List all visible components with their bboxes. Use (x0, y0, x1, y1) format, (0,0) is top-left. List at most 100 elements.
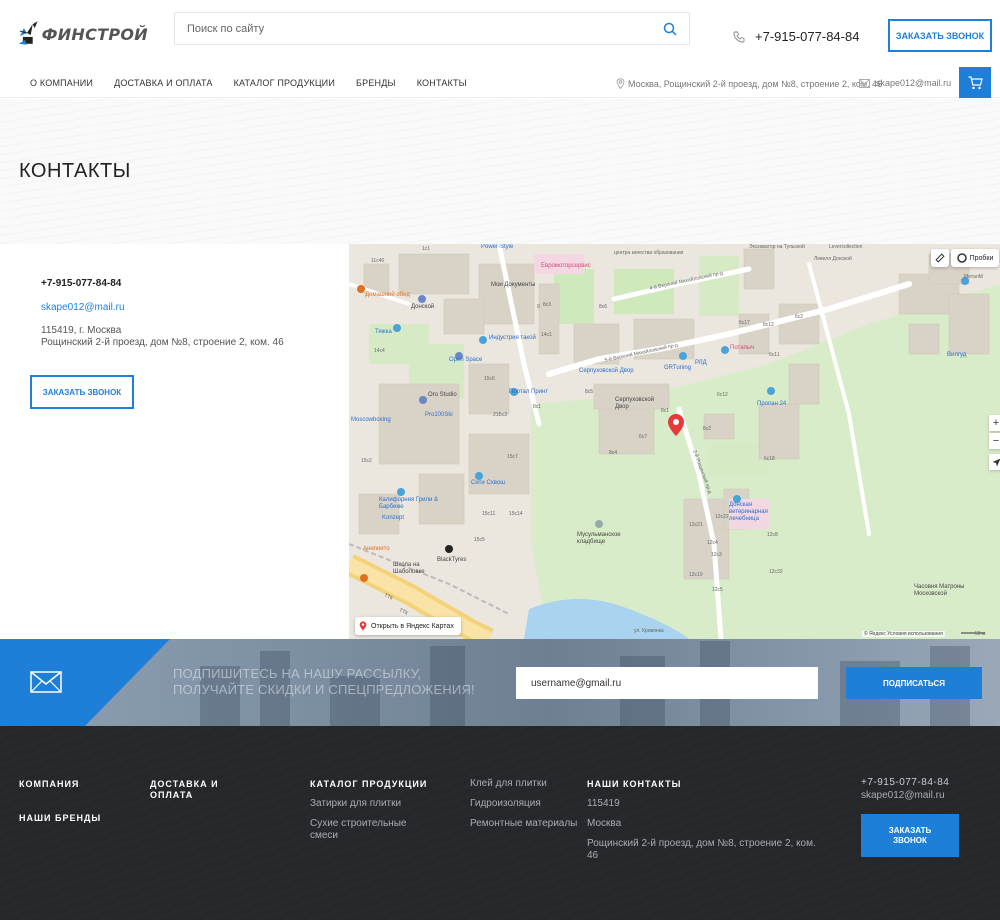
footer-link-grout[interactable]: Затирки для плитки (310, 798, 401, 810)
map-label-krovenka: ул. Кровянка (634, 628, 664, 634)
footer-link-waterproofing[interactable]: Гидроизоляция (470, 798, 541, 810)
yandex-map[interactable]: Power-Style Евромоторсервис Мои Документ… (349, 244, 1000, 639)
footer-link-company[interactable]: КОМПАНИЯ (19, 779, 79, 790)
subscribe-button[interactable]: ПОДПИСАТЬСЯ (846, 667, 982, 699)
footer-link-delivery[interactable]: ДОСТАВКА И ОПЛАТА (150, 779, 219, 801)
open-yandex-maps-label: Открыть в Яндекс Картах (371, 622, 454, 630)
map-label-school: Школа на Шаболовке (393, 562, 425, 575)
map-building-number: 8с6 (599, 304, 608, 310)
map-building-number: 6с2 (795, 314, 804, 320)
map-building-number: 12с19 (689, 572, 703, 578)
map-building-number: 15с11 (482, 511, 496, 517)
map-building-number: 11с40 (371, 258, 385, 264)
subscribe-email-input[interactable] (516, 667, 818, 699)
search-input[interactable] (175, 13, 645, 44)
order-call-button[interactable]: ЗАКАЗАТЬ ЗВОНОК (888, 19, 992, 52)
map-label-chasovnya: Часовня Матроны Московской (914, 584, 965, 597)
map-building-number: 8с1 (661, 408, 670, 414)
envelope-icon (30, 671, 62, 693)
zoom-in-button[interactable]: + (989, 415, 1000, 431)
footer-call-line-1: ЗАКАЗАТЬ (888, 825, 932, 835)
map-building-number: 14с4 (374, 348, 385, 354)
map-copyright[interactable]: © Яндекс Условия использования (862, 631, 945, 637)
nav-delivery[interactable]: ДОСТАВКА И ОПЛАТА (114, 78, 213, 88)
footer-link-tile-glue[interactable]: Клей для плитки (470, 778, 547, 790)
map-building-number: 8с4 (609, 450, 618, 456)
map-label-grtuning: GRTuning (664, 365, 692, 371)
nav-contacts[interactable]: КОНТАКТЫ (417, 78, 467, 88)
cart-button[interactable] (959, 67, 991, 98)
open-yandex-maps-button[interactable]: Открыть в Яндекс Картах (355, 617, 461, 635)
map-label-euroservice: Евромоторсервис (541, 263, 591, 269)
map-label-pro100ski: Pro100Ski (425, 412, 453, 418)
zoom-out-button[interactable]: − (989, 433, 1000, 449)
map-building-number: 8с3 (543, 302, 552, 308)
nav-about[interactable]: О КОМПАНИИ (30, 78, 93, 88)
map-building-number: 6с11 (769, 352, 780, 358)
map-building-number: 15с7 (507, 454, 518, 460)
map-building-number: 12с3 (711, 552, 722, 558)
map-label-kalifornia: Калифорния Грили & Барбекю (379, 497, 438, 510)
map-label-levell: Левелл Донской (814, 256, 852, 262)
map-canvas[interactable] (349, 244, 1000, 639)
map-building-number: 15с14 (509, 511, 523, 517)
cart-icon (968, 75, 983, 89)
map-building-number: 6с18 (764, 456, 775, 462)
map-label-vet: Донская ветеринарная лечебница (729, 502, 768, 522)
site-logo[interactable]: ФИНСТРОЙ (18, 8, 148, 60)
map-building-number: 9 (537, 304, 540, 310)
nav-catalog[interactable]: КАТАЛОГ ПРОДУКЦИИ (234, 78, 335, 88)
contact-email[interactable]: skape012@mail.ru (41, 302, 125, 313)
contact-street: Рощинский 2-й проезд, дом №8, строение 2… (41, 337, 284, 348)
location-pin-icon (616, 78, 625, 89)
page-title-band (0, 99, 1000, 244)
header-email[interactable]: skape012@mail.ru (859, 78, 951, 88)
map-building-number: 12с32 (769, 569, 783, 575)
header-phone[interactable]: +7-915-077-84-84 (733, 29, 859, 44)
map-building-number: 8с2 (703, 426, 712, 432)
map-scale-label: 50 м (975, 631, 986, 637)
map-building-number: 12с8 (767, 532, 778, 538)
footer-link-repair-materials[interactable]: Ремонтные материалы (470, 818, 577, 830)
footer-link-catalog[interactable]: КАТАЛОГ ПРОДУКЦИИ (310, 779, 427, 790)
map-label-moscowboxing: Moscowboxing (351, 417, 391, 423)
logo-figure-icon (18, 21, 38, 45)
footer-link-brands[interactable]: НАШИ БРЕНДЫ (19, 813, 101, 824)
map-label-ekskavator: Экскаватор на Тульской (749, 244, 805, 250)
ruler-button[interactable] (931, 249, 949, 267)
map-building-number: 12с5 (712, 587, 723, 593)
contact-city: 115419, г. Москва (41, 325, 122, 336)
footer-phone[interactable]: +7-915-077-84-84 (861, 777, 949, 788)
footer-link-dry-mix-1[interactable]: Сухие строительные (310, 818, 406, 830)
logo-text: ФИНСТРОЙ (41, 24, 148, 44)
footer-contacts-title: НАШИ КОНТАКТЫ (587, 779, 682, 789)
header-address-text: Москва, Рощинский 2-й проезд, дом №8, ст… (628, 78, 883, 89)
map-building-number: 8с5 (585, 389, 594, 395)
map-label-tiajka: Тяжка (375, 329, 392, 335)
contact-order-call-button[interactable]: ЗАКАЗАТЬ ЗВОНОК (30, 375, 134, 409)
footer-order-call-button[interactable]: ЗАКАЗАТЬ ЗВОНОК (861, 814, 959, 857)
traffic-icon (956, 253, 967, 263)
map-label-anipiito: Анипиито (363, 546, 390, 552)
nav-brands[interactable]: БРЕНДЫ (356, 78, 396, 88)
map-label-domashny-obed: Домашний обед (365, 292, 410, 298)
map-label-tsentr: центра качества образования (614, 250, 684, 256)
traffic-button[interactable]: Пробки (951, 249, 999, 267)
map-label-levercollection: Levercollection (829, 244, 863, 250)
footer-email[interactable]: skape012@mail.ru (861, 790, 945, 801)
map-label-muslim: Мусульманское кладбище (577, 532, 621, 545)
map-label-open-space: Open Space (449, 357, 483, 363)
footer-delivery-line-1: ДОСТАВКА И (150, 779, 219, 789)
search-box (174, 12, 690, 45)
page-title: КОНТАКТЫ (19, 160, 131, 182)
phone-icon (733, 31, 745, 42)
subscribe-icon-area (0, 639, 170, 726)
map-building-number: 6с12 (717, 392, 728, 398)
mail-icon (859, 78, 870, 88)
contact-phone[interactable]: +7-915-077-84-84 (41, 278, 121, 289)
footer-link-dry-mix-2[interactable]: смеси (310, 830, 338, 842)
geolocation-button[interactable] (989, 454, 1000, 470)
map-building-number: 12с21 (689, 522, 703, 528)
map-label-moi-documenty: Мои Документы (491, 282, 536, 288)
search-icon[interactable] (663, 22, 677, 36)
